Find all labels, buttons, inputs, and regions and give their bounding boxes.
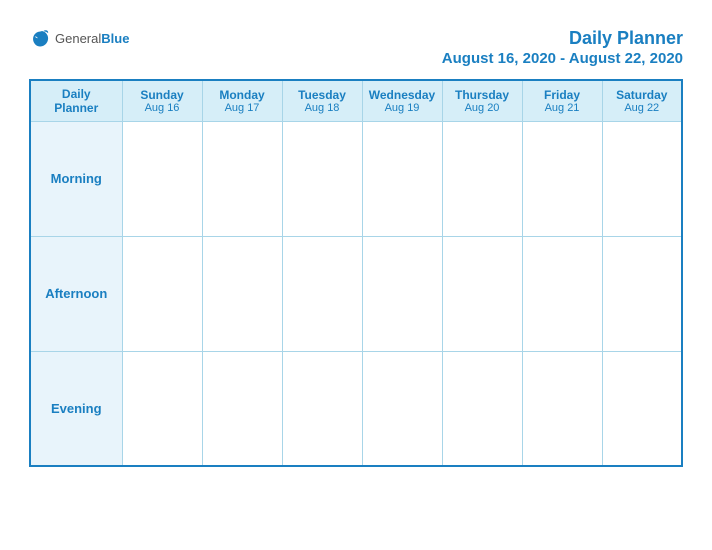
col-label-day: Daily	[35, 87, 118, 101]
cell-afternoon-wednesday[interactable]	[362, 236, 442, 351]
table-row-evening: Evening	[30, 351, 682, 466]
col-header-friday: Friday Aug 21	[522, 80, 602, 122]
cell-evening-monday[interactable]	[202, 351, 282, 466]
cell-morning-monday[interactable]	[202, 121, 282, 236]
col-header-wednesday: Wednesday Aug 19	[362, 80, 442, 122]
planner-title: Daily Planner	[442, 28, 683, 50]
logo-general: General	[55, 31, 101, 46]
planner-dates: August 16, 2020 - August 22, 2020	[442, 50, 683, 67]
col-label-day2: Planner	[35, 101, 118, 115]
cell-evening-wednesday[interactable]	[362, 351, 442, 466]
row-label-afternoon: Afternoon	[30, 236, 122, 351]
row-label-evening: Evening	[30, 351, 122, 466]
planner-table: Daily Planner Sunday Aug 16 Monday Aug 1…	[29, 79, 683, 468]
cell-evening-saturday[interactable]	[602, 351, 682, 466]
page: GeneralBlue Daily Planner August 16, 202…	[11, 10, 701, 540]
col-header-monday: Monday Aug 17	[202, 80, 282, 122]
cell-afternoon-saturday[interactable]	[602, 236, 682, 351]
logo-blue: Blue	[101, 31, 129, 46]
cell-morning-saturday[interactable]	[602, 121, 682, 236]
table-body: Morning Afternoon Evening	[30, 121, 682, 466]
col-header-saturday: Saturday Aug 22	[602, 80, 682, 122]
logo-bird-icon	[29, 28, 51, 50]
col-header-label: Daily Planner	[30, 80, 122, 122]
header: GeneralBlue Daily Planner August 16, 202…	[29, 28, 683, 67]
cell-afternoon-friday[interactable]	[522, 236, 602, 351]
cell-afternoon-thursday[interactable]	[442, 236, 522, 351]
cell-morning-thursday[interactable]	[442, 121, 522, 236]
cell-afternoon-monday[interactable]	[202, 236, 282, 351]
logo: GeneralBlue	[29, 28, 129, 50]
table-row-afternoon: Afternoon	[30, 236, 682, 351]
cell-morning-tuesday[interactable]	[282, 121, 362, 236]
header-row: Daily Planner Sunday Aug 16 Monday Aug 1…	[30, 80, 682, 122]
col-header-thursday: Thursday Aug 20	[442, 80, 522, 122]
table-row-morning: Morning	[30, 121, 682, 236]
cell-afternoon-sunday[interactable]	[122, 236, 202, 351]
cell-morning-sunday[interactable]	[122, 121, 202, 236]
col-header-sunday: Sunday Aug 16	[122, 80, 202, 122]
logo-text: GeneralBlue	[55, 31, 129, 47]
cell-afternoon-tuesday[interactable]	[282, 236, 362, 351]
table-header: Daily Planner Sunday Aug 16 Monday Aug 1…	[30, 80, 682, 122]
title-block: Daily Planner August 16, 2020 - August 2…	[442, 28, 683, 67]
row-label-morning: Morning	[30, 121, 122, 236]
cell-morning-friday[interactable]	[522, 121, 602, 236]
col-header-tuesday: Tuesday Aug 18	[282, 80, 362, 122]
cell-evening-friday[interactable]	[522, 351, 602, 466]
cell-evening-tuesday[interactable]	[282, 351, 362, 466]
cell-evening-sunday[interactable]	[122, 351, 202, 466]
cell-evening-thursday[interactable]	[442, 351, 522, 466]
cell-morning-wednesday[interactable]	[362, 121, 442, 236]
